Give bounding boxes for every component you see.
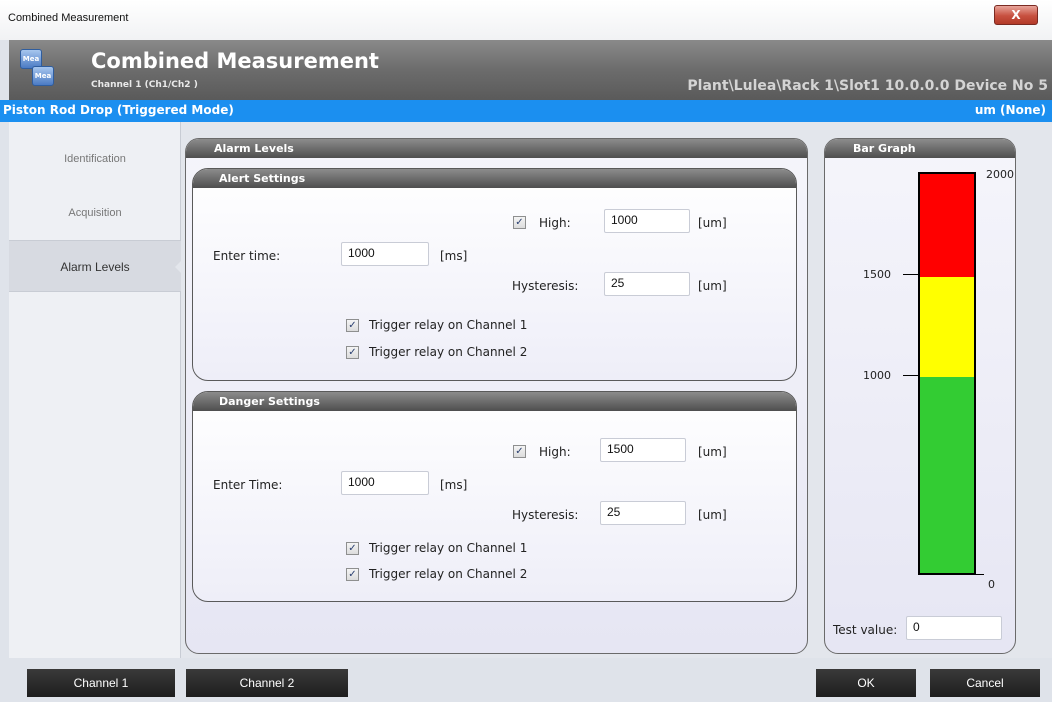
measurement-type: Piston Rod Drop (Triggered Mode) (3, 103, 234, 117)
measurement-unit: um (None) (974, 103, 1046, 117)
alert-enter-time-label: Enter time: (213, 249, 281, 263)
alert-enter-time-input[interactable]: 1000 (341, 242, 429, 266)
sidebar-item-alarm-levels[interactable]: Alarm Levels (9, 240, 182, 292)
app-logo-icon: Mea Mea (20, 49, 60, 89)
channel-1-button[interactable]: Channel 1 (27, 669, 175, 697)
bar-danger-zone (918, 172, 976, 277)
header-subtitle: Channel 1 (Ch1/Ch2 ) (91, 80, 198, 90)
tick-1500 (903, 274, 918, 275)
alert-settings-title: Alert Settings (193, 169, 796, 188)
alert-high-label: High: (539, 216, 571, 230)
danger-settings-title: Danger Settings (193, 392, 796, 411)
alert-hysteresis-label: Hysteresis: (512, 279, 579, 293)
sidebar-nav: Identification Acquisition Alarm Levels (9, 122, 182, 658)
danger-hysteresis-label: Hysteresis: (512, 508, 579, 522)
alert-hysteresis-unit: [um] (698, 279, 727, 293)
alert-high-unit: [um] (698, 216, 727, 230)
test-value-label: Test value: (833, 623, 898, 637)
danger-high-label: High: (539, 445, 571, 459)
sidebar-item-acquisition[interactable]: Acquisition (9, 187, 181, 239)
tick-0 (976, 574, 984, 575)
bar-alert-zone (918, 277, 976, 377)
alert-hysteresis-input[interactable]: 25 (604, 272, 690, 296)
sidebar-item-identification[interactable]: Identification (9, 133, 181, 185)
danger-enter-time-input[interactable]: 1000 (341, 471, 429, 495)
danger-relay2-label: Trigger relay on Channel 2 (369, 567, 528, 581)
danger-enter-time-unit: [ms] (440, 478, 468, 492)
ok-button[interactable]: OK (816, 669, 916, 697)
window-titlebar: Combined Measurement X (0, 0, 1052, 40)
scale-max-label: 2000 (986, 168, 1014, 181)
alert-relay1-checkbox[interactable]: ✓ (346, 319, 359, 332)
alert-relay1-label: Trigger relay on Channel 1 (369, 318, 528, 332)
bar-ok-zone (918, 377, 976, 575)
window-title: Combined Measurement (8, 12, 129, 24)
scale-1000-label: 1000 (863, 369, 891, 382)
alarm-levels-title: Alarm Levels (186, 139, 807, 158)
test-value-input[interactable]: 0 (906, 616, 1002, 640)
close-button[interactable]: X (994, 5, 1038, 25)
danger-high-unit: [um] (698, 445, 727, 459)
alert-relay2-checkbox[interactable]: ✓ (346, 346, 359, 359)
danger-relay2-checkbox[interactable]: ✓ (346, 568, 359, 581)
danger-high-checkbox[interactable]: ✓ (513, 445, 526, 458)
device-path: Plant\Lulea\Rack 1\Slot1 10.0.0.0 Device… (687, 78, 1048, 94)
scale-1500-label: 1500 (863, 268, 891, 281)
danger-relay1-label: Trigger relay on Channel 1 (369, 541, 528, 555)
alert-enter-time-unit: [ms] (440, 249, 468, 263)
alert-relay2-label: Trigger relay on Channel 2 (369, 345, 528, 359)
bar-graph-title: Bar Graph (825, 139, 1015, 158)
danger-high-input[interactable]: 1500 (600, 438, 686, 462)
danger-hysteresis-input[interactable]: 25 (600, 501, 686, 525)
logo-tile-2: Mea (32, 66, 54, 86)
measurement-bar: Piston Rod Drop (Triggered Mode) um (Non… (0, 100, 1052, 122)
tick-1000 (903, 375, 918, 376)
alert-high-input[interactable]: 1000 (604, 209, 690, 233)
alert-high-checkbox[interactable]: ✓ (513, 216, 526, 229)
danger-relay1-checkbox[interactable]: ✓ (346, 542, 359, 555)
channel-2-button[interactable]: Channel 2 (186, 669, 348, 697)
danger-hysteresis-unit: [um] (698, 508, 727, 522)
header-title: Combined Measurement (91, 49, 379, 73)
scale-min-label: 0 (988, 578, 995, 591)
danger-enter-time-label: Enter Time: (213, 478, 283, 492)
app-header: Mea Mea Combined Measurement Channel 1 (… (9, 40, 1052, 100)
cancel-button[interactable]: Cancel (930, 669, 1040, 697)
